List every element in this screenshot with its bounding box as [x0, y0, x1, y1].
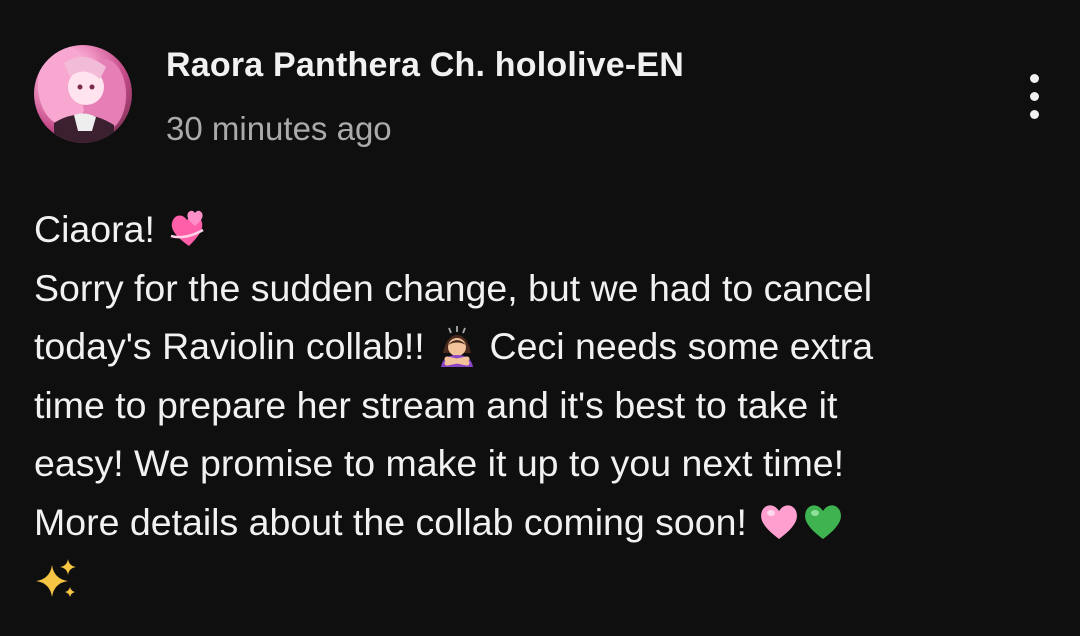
post-text: Ciaora! [34, 208, 155, 250]
green-heart-icon [801, 499, 845, 543]
post-line: Sorry for the sudden change, but we had … [34, 259, 1044, 318]
post-line [34, 551, 1044, 610]
more-options-button[interactable] [1016, 68, 1056, 124]
post-line: today's Raviolin collab!! Ceci needs som… [34, 317, 1044, 376]
channel-avatar[interactable] [34, 45, 132, 143]
post-text: time to prepare her stream and it's best… [34, 383, 838, 426]
more-options-icon-dot [1030, 110, 1039, 119]
post-text: Ceci needs some extra [489, 325, 874, 367]
post-text: Sorry for the sudden change, but we had … [34, 266, 873, 309]
post-body: Ciaora! Sorry for the sudden change, but… [34, 200, 1044, 610]
two-hearts-icon [165, 206, 209, 250]
pink-heart-icon [757, 499, 801, 543]
more-options-icon-dot [1030, 92, 1039, 101]
sparkles-icon [34, 557, 78, 601]
woman-bowing-icon [435, 323, 479, 367]
post-line: Ciaora! [34, 200, 1044, 259]
more-options-icon [1030, 74, 1039, 83]
post-line: More details about the collab coming soo… [34, 493, 1044, 552]
post-text: today's Raviolin collab!! [34, 325, 425, 367]
channel-name[interactable]: Raora Panthera Ch. hololive-EN [166, 46, 684, 85]
post-line: time to prepare her stream and it's best… [34, 376, 1044, 435]
post-line: easy! We promise to make it up to you ne… [34, 434, 1044, 493]
avatar-image-icon [38, 45, 126, 143]
post-text: easy! We promise to make it up to you ne… [34, 442, 845, 484]
post-timestamp: 30 minutes ago [166, 110, 392, 147]
post-text: More details about the collab coming soo… [34, 500, 747, 543]
community-post: Raora Panthera Ch. hololive-EN 30 minute… [0, 0, 1080, 636]
